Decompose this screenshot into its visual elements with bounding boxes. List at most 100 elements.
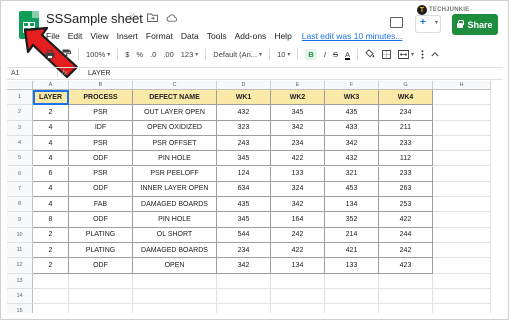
table-cell[interactable]: 433 (325, 120, 379, 136)
table-header-cell[interactable]: LAYER (33, 90, 69, 106)
column-header[interactable]: H (433, 81, 491, 90)
row-header[interactable]: 14 (7, 288, 33, 305)
move-to-folder-icon[interactable] (147, 12, 158, 23)
empty-cell[interactable] (379, 288, 433, 305)
decrease-decimal-button[interactable]: .0 (150, 50, 156, 59)
table-cell[interactable]: 345 (217, 212, 271, 228)
column-header[interactable]: C (133, 81, 217, 90)
table-cell[interactable]: PSR PEELOFF (133, 166, 217, 182)
table-cell[interactable]: 324 (271, 181, 325, 198)
row-header[interactable]: 4 (7, 135, 33, 152)
table-cell[interactable]: 432 (217, 105, 271, 121)
increase-decimal-button[interactable]: .00 (163, 50, 173, 59)
paint-format-icon[interactable] (62, 49, 71, 59)
table-cell[interactable]: 211 (379, 120, 433, 136)
empty-cell[interactable] (69, 304, 133, 313)
table-cell[interactable]: 8 (33, 212, 69, 228)
menu-add-ons[interactable]: Add-ons (235, 31, 267, 41)
empty-cell[interactable] (379, 304, 433, 313)
empty-cell[interactable] (433, 151, 491, 167)
table-cell[interactable]: PSR (69, 166, 133, 182)
empty-cell[interactable] (271, 288, 325, 305)
table-cell[interactable]: 2 (33, 105, 69, 121)
table-header-cell[interactable]: PROCESS (69, 90, 133, 106)
empty-cell[interactable] (433, 212, 491, 228)
currency-format-button[interactable]: $ (125, 50, 129, 59)
table-cell[interactable]: 233 (379, 166, 433, 182)
table-cell[interactable]: PLATING (69, 227, 133, 243)
share-button[interactable]: Share (452, 14, 498, 35)
fill-color-icon[interactable] (365, 49, 375, 59)
table-cell[interactable]: 422 (271, 243, 325, 259)
text-color-button[interactable]: A (345, 50, 350, 59)
table-cell[interactable]: 544 (217, 227, 271, 243)
table-header-cell[interactable]: WK2 (271, 90, 325, 106)
row-header[interactable]: 13 (7, 273, 33, 289)
star-icon[interactable]: ☆ (128, 12, 139, 23)
table-cell[interactable]: 134 (271, 258, 325, 274)
table-cell[interactable]: 263 (379, 181, 433, 198)
font-select[interactable]: Default (Ari... ▾ (213, 50, 262, 59)
column-header[interactable]: D (217, 81, 271, 90)
bold-button[interactable]: B (305, 48, 317, 60)
table-cell[interactable]: 214 (325, 227, 379, 243)
empty-cell[interactable] (433, 105, 491, 121)
table-cell[interactable]: ODF (69, 212, 133, 228)
select-all-corner[interactable] (7, 81, 33, 90)
table-cell[interactable]: 134 (325, 197, 379, 213)
table-cell[interactable]: 4 (33, 120, 69, 136)
empty-cell[interactable] (433, 227, 491, 243)
table-cell[interactable]: FAB (69, 197, 133, 213)
menu-insert[interactable]: Insert (117, 31, 138, 41)
empty-cell[interactable] (433, 273, 491, 289)
table-cell[interactable]: 323 (217, 120, 271, 136)
table-cell[interactable]: PSR (69, 105, 133, 121)
menu-help[interactable]: Help (274, 31, 291, 41)
table-cell[interactable]: 422 (271, 151, 325, 167)
empty-cell[interactable] (217, 304, 271, 313)
table-cell[interactable]: 164 (271, 212, 325, 228)
table-cell[interactable]: 321 (325, 166, 379, 182)
italic-button[interactable]: I (324, 50, 326, 59)
empty-cell[interactable] (33, 304, 69, 313)
table-cell[interactable]: 242 (271, 227, 325, 243)
more-icon[interactable] (421, 49, 424, 59)
empty-cell[interactable] (433, 135, 491, 152)
empty-cell[interactable] (133, 304, 217, 313)
menu-format[interactable]: Format (146, 31, 173, 41)
print-icon[interactable] (45, 49, 55, 59)
table-header-cell[interactable]: DEFECT NAME (133, 90, 217, 106)
table-cell[interactable]: ODF (69, 181, 133, 198)
cloud-saved-icon[interactable] (166, 12, 177, 23)
table-cell[interactable]: 4 (33, 151, 69, 167)
column-header[interactable]: E (271, 81, 325, 90)
row-header[interactable]: 11 (7, 243, 33, 259)
empty-cell[interactable] (433, 243, 491, 259)
row-header[interactable]: 10 (7, 227, 33, 243)
table-cell[interactable]: 421 (325, 243, 379, 259)
row-header[interactable]: 3 (7, 120, 33, 136)
table-cell[interactable]: 2 (33, 227, 69, 243)
comment-history-icon[interactable] (390, 17, 403, 28)
table-cell[interactable]: 634 (217, 181, 271, 198)
table-cell[interactable]: DAMAGED BOARDS (133, 243, 217, 259)
menu-tools[interactable]: Tools (207, 31, 227, 41)
table-cell[interactable]: ODF (69, 258, 133, 274)
table-cell[interactable]: ODF (69, 151, 133, 167)
table-cell[interactable]: 234 (379, 105, 433, 121)
table-cell[interactable]: 243 (217, 135, 271, 152)
row-header[interactable]: 15 (7, 304, 33, 313)
row-header[interactable]: 8 (7, 197, 33, 213)
empty-cell[interactable] (133, 273, 217, 289)
table-cell[interactable]: 242 (379, 243, 433, 259)
table-cell[interactable]: 234 (217, 243, 271, 259)
table-cell[interactable]: 345 (271, 105, 325, 121)
table-cell[interactable]: PLATING (69, 243, 133, 259)
table-cell[interactable]: PIN HOLE (133, 151, 217, 167)
borders-icon[interactable] (382, 49, 391, 59)
column-header[interactable]: A (33, 81, 69, 90)
table-cell[interactable]: 4 (33, 197, 69, 213)
table-cell[interactable]: 432 (325, 151, 379, 167)
empty-cell[interactable] (433, 304, 491, 313)
table-cell[interactable]: INNER LAYER OPEN (133, 181, 217, 198)
